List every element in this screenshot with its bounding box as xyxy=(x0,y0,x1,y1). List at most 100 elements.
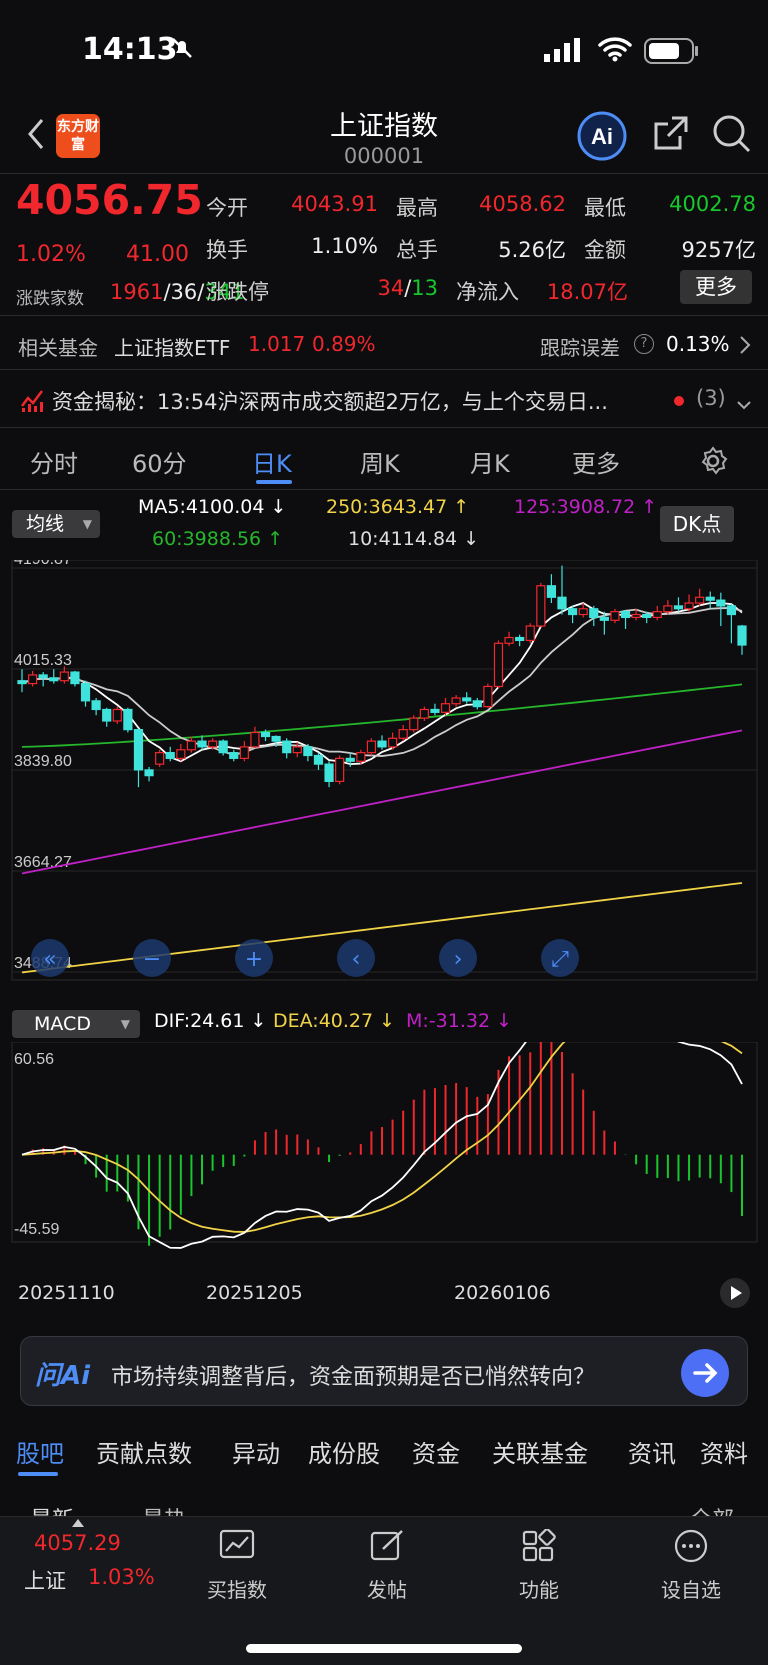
candle-body xyxy=(599,616,609,621)
candle xyxy=(324,761,334,788)
candle-body xyxy=(197,740,207,748)
macd-chart[interactable]: 60.56 -45.59 xyxy=(0,1042,768,1262)
low-value: 4002.78 xyxy=(669,192,756,216)
candle-body xyxy=(652,611,662,619)
arrow-right-icon[interactable] xyxy=(681,1349,729,1397)
ma-selector[interactable]: 均线 ▼ xyxy=(12,510,100,538)
tab-constituents[interactable]: 成份股 xyxy=(308,1434,380,1469)
candle-body xyxy=(324,763,334,782)
candle-body xyxy=(282,740,292,754)
bottom-index-price[interactable]: 4057.29 xyxy=(34,1531,121,1555)
tab-capital[interactable]: 资金 xyxy=(412,1434,460,1469)
candle-body xyxy=(642,613,652,619)
x-date-3: 20260106 xyxy=(454,1282,551,1304)
share-icon[interactable] xyxy=(652,114,690,156)
zoom-in-icon[interactable]: + xyxy=(235,939,273,977)
bottom-index-name[interactable]: 上证 xyxy=(24,1565,66,1595)
macd-y-top: 60.56 xyxy=(14,1051,54,1068)
chart-icon xyxy=(219,1529,255,1559)
candle-body xyxy=(684,602,694,610)
tab-news[interactable]: 资讯 xyxy=(628,1434,676,1469)
tab-weekly[interactable]: 周K xyxy=(360,444,400,479)
candle xyxy=(398,725,408,742)
amount-value: 9257亿 xyxy=(681,238,756,262)
candle xyxy=(462,692,472,704)
candle xyxy=(493,640,504,689)
candle xyxy=(102,707,112,727)
tab-more[interactable]: 更多 xyxy=(572,444,620,479)
zoom-control-glyph: › xyxy=(454,947,463,972)
candle-body xyxy=(335,757,345,782)
left-icon[interactable]: ‹ xyxy=(337,939,375,977)
tab-contribution[interactable]: 贡献点数 xyxy=(96,1434,192,1469)
candle xyxy=(70,670,80,687)
open-label: 今开 xyxy=(206,196,248,220)
macd-selector[interactable]: MACD ▼ xyxy=(12,1010,140,1038)
ai-icon[interactable]: Ai xyxy=(576,110,628,166)
functions-button[interactable]: 功能 xyxy=(484,1528,594,1603)
candle xyxy=(419,706,429,721)
signal-icon xyxy=(544,38,582,66)
candle xyxy=(27,670,38,687)
news-ticker[interactable]: 资金揭秘：13:54沪深两市成交额超2万亿，与上个交易日... (3) xyxy=(0,372,768,428)
candle xyxy=(546,574,557,604)
ma60-label: 60:3988.56 ↑ xyxy=(152,528,284,550)
candle-body xyxy=(366,740,377,754)
candle-body xyxy=(716,599,726,607)
zoom-out-icon[interactable]: − xyxy=(133,939,171,977)
kline-chart-area[interactable]: 均线 ▼ MA5:4100.04 ↓ 250:3643.47 ↑ 125:3908… xyxy=(0,490,768,1320)
candle xyxy=(387,732,398,750)
candle xyxy=(218,739,228,756)
related-fund-row[interactable]: 相关基金 上证指数ETF 1.017 0.89% 跟踪误差 ? 0.13% xyxy=(0,318,768,370)
candle xyxy=(536,582,546,628)
home-indicator xyxy=(246,1644,522,1653)
candle xyxy=(377,735,387,750)
add-watchlist-button[interactable]: 设自选 xyxy=(636,1529,746,1603)
candle-body xyxy=(430,708,440,713)
dk-point-button[interactable]: DK点 xyxy=(660,506,734,542)
play-icon[interactable] xyxy=(720,1278,750,1308)
ma250-label: 250:3643.47 ↑ xyxy=(326,496,470,518)
candle xyxy=(313,752,324,770)
buy-index-button[interactable]: 买指数 xyxy=(182,1529,292,1603)
low-label: 最低 xyxy=(584,196,626,220)
candle-body xyxy=(165,752,175,759)
turnover-label: 换手 xyxy=(206,238,248,262)
zoom-control-glyph: + xyxy=(245,947,263,972)
zoom-control-glyph: « xyxy=(43,947,56,972)
active-subtab-indicator xyxy=(18,1472,58,1476)
search-icon[interactable] xyxy=(712,114,752,158)
tab-daily[interactable]: 日K xyxy=(252,444,292,479)
tab-60min[interactable]: 60分 xyxy=(132,444,187,479)
tab-monthly[interactable]: 月K xyxy=(470,444,510,479)
content-tabs: 股吧 贡献点数 异动 成份股 资金 关联基金 资讯 资料 最新 最热 全部 xyxy=(0,1420,768,1533)
ask-ai-bar[interactable]: 问Ai 市场持续调整背后，资金面预期是否已悄然转向？ xyxy=(20,1336,748,1406)
tab-guba[interactable]: 股吧 xyxy=(16,1434,64,1469)
candle xyxy=(726,604,737,644)
inflow-label: 净流入 xyxy=(456,280,519,304)
candle-body xyxy=(673,605,684,610)
post-button[interactable]: 发帖 xyxy=(332,1529,442,1603)
bottom-index-pct[interactable]: 1.03% xyxy=(88,1565,155,1589)
amount-label: 金额 xyxy=(584,238,626,262)
candle-body xyxy=(70,671,80,685)
tab-related-fund[interactable]: 关联基金 xyxy=(492,1434,588,1469)
candle xyxy=(472,697,482,710)
fit-icon[interactable]: ⤢ xyxy=(541,939,579,977)
candle xyxy=(17,669,27,693)
right-icon[interactable]: › xyxy=(439,939,477,977)
top-bar: 东方财富 上证指数 000001 Ai xyxy=(0,100,768,174)
candle xyxy=(705,591,715,609)
limit-label: 涨跌停 xyxy=(206,280,269,304)
candlestick-chart[interactable]: 4190.874015.333839.803664.273488.74«−+‹›… xyxy=(0,560,768,1050)
tab-movement[interactable]: 异动 xyxy=(232,1434,280,1469)
tab-profile[interactable]: 资料 xyxy=(700,1434,748,1469)
help-icon[interactable]: ? xyxy=(634,334,654,354)
bottom-bar: 4057.29 上证 1.03% 买指数 发帖 功能 设自选 xyxy=(0,1516,768,1665)
tab-intraday[interactable]: 分时 xyxy=(30,444,78,479)
more-button[interactable]: 更多 xyxy=(680,270,752,304)
candle-body xyxy=(80,682,91,702)
y-tick-label: 4190.87 xyxy=(14,560,72,568)
settings-icon[interactable] xyxy=(698,446,728,480)
double-left-icon[interactable]: « xyxy=(31,939,69,977)
